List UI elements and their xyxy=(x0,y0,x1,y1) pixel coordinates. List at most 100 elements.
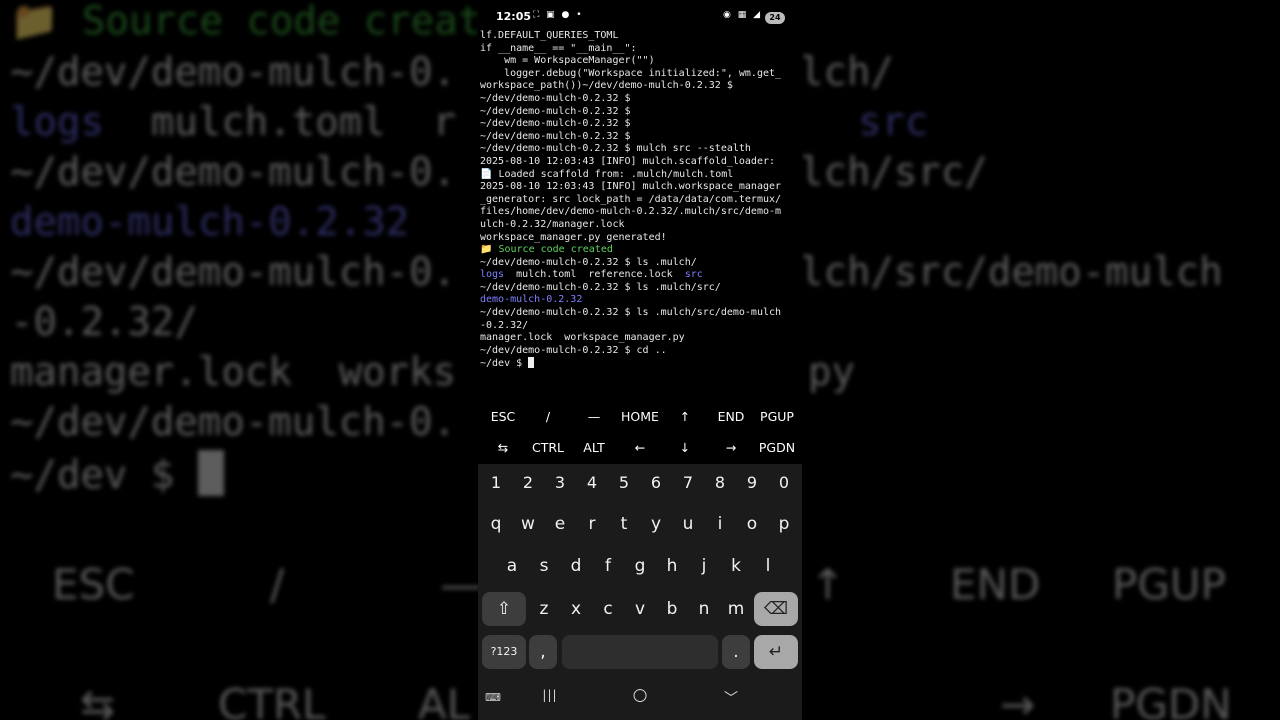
key-e[interactable]: e xyxy=(545,507,575,541)
esc-key[interactable]: ESC xyxy=(480,402,526,432)
down-arrow-key[interactable]: ↓ xyxy=(662,433,708,463)
terminal-line: ~/dev/demo-mulch-0.2.32 $ cd .. xyxy=(480,344,667,356)
key-4[interactable]: 4 xyxy=(577,466,607,500)
key-b[interactable]: b xyxy=(657,592,687,626)
slash-key[interactable]: / xyxy=(525,402,571,432)
bg-line: ~/dev/demo-mulch-0. xyxy=(10,250,457,295)
key-m[interactable]: m xyxy=(721,592,751,626)
key-w[interactable]: w xyxy=(513,507,543,541)
terminal-line: manager.lock workspace_manager.py xyxy=(480,332,685,344)
key-p[interactable]: p xyxy=(769,507,799,541)
key-8[interactable]: 8 xyxy=(705,466,735,500)
key-v[interactable]: v xyxy=(625,592,655,626)
home-icon[interactable]: ○ xyxy=(620,685,660,705)
key-9[interactable]: 9 xyxy=(737,466,767,500)
space-bar[interactable] xyxy=(562,635,718,669)
key-l[interactable]: l xyxy=(753,549,783,583)
phone-screen: 12:05 ⛶ ▣ ● • ◉ ▦ ◢ 24 lf.DEFAULT_QUERIE… xyxy=(478,0,802,720)
bg-key: PGUP xyxy=(1112,560,1226,609)
bg-key: ⇆ xyxy=(80,680,116,720)
bg-line: src xyxy=(858,100,929,145)
terminal-line: lf.DEFAULT_QUERIES_TOML xyxy=(480,30,619,41)
symbols-key[interactable]: ?123 xyxy=(482,635,526,669)
home-key[interactable]: HOME xyxy=(617,402,663,432)
key-o[interactable]: o xyxy=(737,507,767,541)
key-n[interactable]: n xyxy=(689,592,719,626)
terminal-line: ~/dev/demo-mulch-0.2.32 $ ls .mulch/ xyxy=(480,256,697,268)
key-1[interactable]: 1 xyxy=(481,466,511,500)
up-arrow-key[interactable]: ↑ xyxy=(662,402,708,432)
back-icon[interactable]: ﹀ xyxy=(711,688,751,708)
status-time: 12:05 xyxy=(496,10,532,23)
key-k[interactable]: k xyxy=(721,549,751,583)
key-2[interactable]: 2 xyxy=(513,466,543,500)
bg-key: — xyxy=(440,560,482,609)
key-y[interactable]: y xyxy=(641,507,671,541)
tab-key[interactable]: ⇆ xyxy=(480,433,526,463)
pgup-key[interactable]: PGUP xyxy=(754,402,800,432)
folder-icon: 📁 xyxy=(10,0,59,44)
key-u[interactable]: u xyxy=(673,507,703,541)
key-i[interactable]: i xyxy=(705,507,735,541)
key-x[interactable]: x xyxy=(561,592,591,626)
key-g[interactable]: g xyxy=(625,549,655,583)
period-key[interactable]: . xyxy=(722,635,750,669)
comma-key[interactable]: , xyxy=(529,635,557,669)
key-a[interactable]: a xyxy=(497,549,527,583)
soft-keyboard: 1 2 3 4 5 6 7 8 9 0 q w e r t y u i o p … xyxy=(478,464,802,680)
alt-key[interactable]: ALT xyxy=(571,433,617,463)
key-3[interactable]: 3 xyxy=(545,466,575,500)
terminal-line: _generator: src lock_path = /data/data/c… xyxy=(480,193,782,205)
shift-key[interactable]: ⇧ xyxy=(482,592,526,626)
bg-line: ~/dev/demo-mulch-0. xyxy=(10,150,457,195)
key-6[interactable]: 6 xyxy=(641,466,671,500)
terminal-line: ~/dev/demo-mulch-0.2.32 $ ls .mulch/src/ xyxy=(480,281,721,293)
key-z[interactable]: z xyxy=(529,592,559,626)
bg-line: py xyxy=(808,350,855,395)
key-s[interactable]: s xyxy=(529,549,559,583)
bg-line: ~/dev $ xyxy=(10,450,224,498)
number-row: 1 2 3 4 5 6 7 8 9 0 xyxy=(478,466,802,502)
terminal-line: demo-mulch-0.2.32 xyxy=(480,294,583,306)
key-f[interactable]: f xyxy=(593,549,623,583)
key-7[interactable]: 7 xyxy=(673,466,703,500)
backspace-icon[interactable]: ⌫ xyxy=(754,592,798,626)
left-arrow-key[interactable]: ← xyxy=(617,433,663,463)
bg-line: logs mulch.toml r xyxy=(10,100,457,145)
key-0[interactable]: 0 xyxy=(769,466,799,500)
dash-key[interactable]: — xyxy=(571,402,617,432)
recents-icon[interactable]: ||| xyxy=(530,688,570,702)
bg-key: / xyxy=(270,560,285,609)
terminal-prompt[interactable]: ~/dev $ xyxy=(480,357,800,371)
terminal-line: ~/dev/demo-mulch-0.2.32 $ ls .mulch/src/… xyxy=(480,307,782,319)
keyboard-toggle-icon[interactable]: ⌨ xyxy=(478,691,513,704)
bg-line: -0.2.32/ xyxy=(10,300,198,345)
key-q[interactable]: q xyxy=(481,507,511,541)
terminal-line: 📄 Loaded scaffold from: .mulch/mulch.tom… xyxy=(480,168,734,180)
terminal-output[interactable]: lf.DEFAULT_QUERIES_TOML if __name__ == "_… xyxy=(480,30,800,400)
key-h[interactable]: h xyxy=(657,549,687,583)
terminal-cursor xyxy=(528,357,535,369)
enter-icon[interactable]: ↵ xyxy=(754,635,798,669)
terminal-line: ~/dev/demo-mulch-0.2.32 $ xyxy=(480,92,631,104)
ctrl-key[interactable]: CTRL xyxy=(525,433,571,463)
qwerty-row: q w e r t y u i o p xyxy=(478,507,802,543)
key-t[interactable]: t xyxy=(609,507,639,541)
key-j[interactable]: j xyxy=(689,549,719,583)
pgdn-key[interactable]: PGDN xyxy=(754,433,800,463)
bg-line: lch/ xyxy=(800,50,894,95)
key-c[interactable]: c xyxy=(593,592,623,626)
bg-line: ~/dev/demo-mulch-0. xyxy=(10,50,457,95)
bg-key: → xyxy=(1000,680,1036,720)
key-5[interactable]: 5 xyxy=(609,466,639,500)
key-d[interactable]: d xyxy=(561,549,591,583)
terminal-line: 2025-08-10 12:03:43 [INFO] mulch.workspa… xyxy=(480,181,782,193)
terminal-line: if __name__ == "__main__": xyxy=(480,42,637,54)
terminal-line: ~/dev/demo-mulch-0.2.32 $ xyxy=(480,118,631,130)
bg-key: PGDN xyxy=(1110,680,1232,720)
key-r[interactable]: r xyxy=(577,507,607,541)
dir-src: src xyxy=(684,269,703,281)
terminal-line: logger.debug("Workspace initialized:", w… xyxy=(480,67,782,79)
end-key[interactable]: END xyxy=(708,402,754,432)
right-arrow-key[interactable]: → xyxy=(708,433,754,463)
